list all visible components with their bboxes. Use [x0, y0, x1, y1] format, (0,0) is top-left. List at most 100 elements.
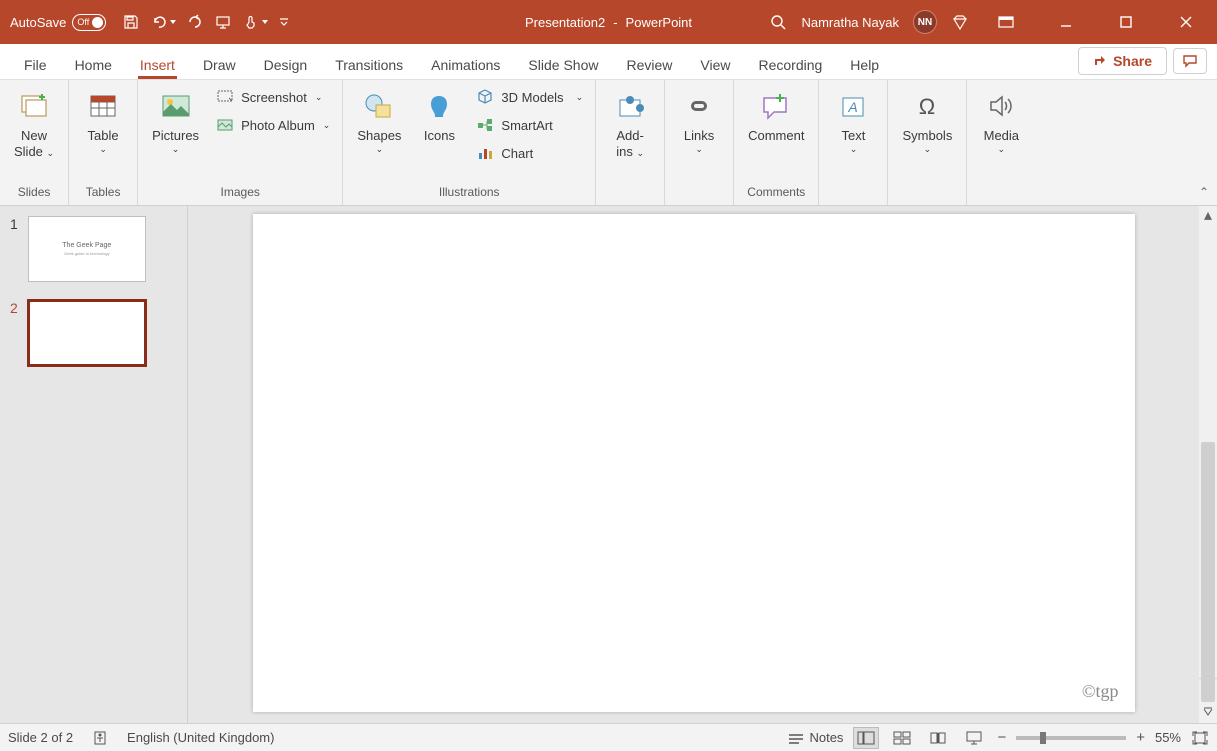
ribbon-display-button[interactable] — [983, 7, 1029, 37]
icons-icon — [421, 88, 457, 124]
zoom-level[interactable]: 55% — [1155, 730, 1181, 745]
text-button[interactable]: A Text⌄ — [827, 84, 879, 158]
thumbnail-1[interactable]: 1 The Geek Page Geek guide to technology — [10, 216, 177, 282]
screenshot-icon — [215, 87, 235, 107]
table-button[interactable]: Table⌄ — [77, 84, 129, 158]
slide-canvas-scroll[interactable]: ©tgp — [188, 206, 1199, 723]
zoom-in-button[interactable]: + — [1136, 729, 1145, 746]
pictures-button[interactable]: Pictures⌄ — [146, 84, 205, 158]
tab-draw[interactable]: Draw — [189, 49, 250, 79]
slide-indicator[interactable]: Slide 2 of 2 — [8, 730, 73, 745]
tab-animations[interactable]: Animations — [417, 49, 514, 79]
app-name: PowerPoint — [626, 15, 692, 30]
thumbnail-preview[interactable]: The Geek Page Geek guide to technology — [28, 216, 146, 282]
new-slide-button[interactable]: NewSlide ⌄ — [8, 84, 60, 163]
ribbon-group-links: Links⌄ — [665, 80, 734, 205]
chevron-down-icon[interactable] — [262, 20, 268, 24]
screenshot-button[interactable]: Screenshot ⌄ — [211, 84, 334, 110]
addins-button[interactable]: Add-ins ⌄ — [604, 84, 656, 163]
zoom-out-button[interactable]: − — [997, 729, 1006, 746]
close-button[interactable] — [1163, 7, 1209, 37]
reading-view-button[interactable] — [925, 727, 951, 749]
tab-view[interactable]: View — [686, 49, 744, 79]
tab-insert[interactable]: Insert — [126, 49, 189, 79]
photo-album-button[interactable]: Photo Album ⌄ — [211, 112, 334, 138]
scroll-track[interactable] — [1199, 224, 1217, 660]
ribbon-group-media: Media⌄ — [967, 80, 1035, 205]
symbols-button[interactable]: Ω Symbols⌄ — [896, 84, 958, 158]
thumbnail-preview[interactable] — [28, 300, 146, 366]
share-icon — [1093, 54, 1107, 68]
chevron-down-icon[interactable] — [170, 20, 176, 24]
smartart-button[interactable]: SmartArt — [471, 112, 587, 138]
zoom-slider-thumb[interactable] — [1040, 732, 1046, 744]
tab-slideshow[interactable]: Slide Show — [514, 49, 612, 79]
slide-thumbnails-panel[interactable]: 1 The Geek Page Geek guide to technology… — [0, 206, 188, 723]
slide-canvas-wrap: ©tgp ▴ ▾ — [188, 206, 1217, 723]
undo-button[interactable] — [150, 13, 176, 31]
shapes-button[interactable]: Shapes⌄ — [351, 84, 407, 158]
tab-transitions[interactable]: Transitions — [321, 49, 417, 79]
icons-button[interactable]: Icons — [413, 84, 465, 148]
tab-review[interactable]: Review — [612, 49, 686, 79]
zoom-slider[interactable] — [1016, 736, 1126, 740]
autosave-toggle[interactable]: AutoSave Off — [10, 14, 106, 31]
group-label-illustrations: Illustrations — [439, 183, 500, 203]
scroll-thumb[interactable] — [1201, 442, 1215, 702]
scroll-up-button[interactable]: ▴ — [1199, 206, 1217, 224]
language-indicator[interactable]: English (United Kingdom) — [127, 730, 274, 745]
touch-mode-button[interactable] — [242, 13, 268, 31]
diamond-icon[interactable] — [951, 13, 969, 31]
status-bar-right: Notes − + 55% — [787, 727, 1209, 749]
comment-icon — [1182, 54, 1198, 68]
next-slide-button[interactable] — [1199, 701, 1217, 723]
slideshow-button[interactable] — [214, 13, 232, 31]
thumbnail-2[interactable]: 2 — [10, 300, 177, 366]
minimize-button[interactable] — [1043, 7, 1089, 37]
save-icon — [122, 13, 140, 31]
tab-design[interactable]: Design — [250, 49, 322, 79]
search-button[interactable] — [769, 13, 787, 31]
tab-recording[interactable]: Recording — [744, 49, 836, 79]
autosave-label: AutoSave — [10, 15, 66, 30]
accessibility-icon[interactable] — [89, 727, 111, 749]
tab-row-actions: Share — [1078, 47, 1207, 79]
ribbon-group-slides: NewSlide ⌄ Slides — [0, 80, 69, 205]
normal-view-button[interactable] — [853, 727, 879, 749]
tab-help[interactable]: Help — [836, 49, 893, 79]
comments-pane-button[interactable] — [1173, 48, 1207, 74]
slide-canvas[interactable]: ©tgp — [253, 214, 1135, 712]
ribbon-group-symbols: Ω Symbols⌄ — [888, 80, 967, 205]
vertical-scrollbar[interactable]: ▴ ▾ — [1199, 206, 1217, 723]
quick-access-toolbar — [122, 13, 290, 31]
collapse-ribbon-button[interactable]: ⌃ — [1199, 185, 1209, 199]
customize-qat-button[interactable] — [278, 16, 290, 28]
tab-file[interactable]: File — [10, 49, 61, 79]
slide-sorter-view-button[interactable] — [889, 727, 915, 749]
redo-button[interactable] — [186, 13, 204, 31]
comment-icon — [758, 88, 794, 124]
maximize-button[interactable] — [1103, 7, 1149, 37]
user-avatar[interactable]: NN — [913, 10, 937, 34]
links-button[interactable]: Links⌄ — [673, 84, 725, 158]
save-button[interactable] — [122, 13, 140, 31]
comment-button[interactable]: Comment — [742, 84, 810, 148]
watermark-text: ©tgp — [1082, 681, 1119, 702]
presentation-icon — [214, 13, 232, 31]
user-name[interactable]: Namratha Nayak — [801, 15, 899, 30]
thumbnail-number: 2 — [10, 300, 18, 316]
notes-button[interactable]: Notes — [787, 730, 843, 745]
share-button[interactable]: Share — [1078, 47, 1167, 75]
title-bar-right: Namratha Nayak NN — [769, 7, 1217, 37]
chart-button[interactable]: Chart — [471, 140, 587, 166]
3d-models-button[interactable]: 3D Models ⌄ — [471, 84, 587, 110]
ribbon-group-comments: Comment Comments — [734, 80, 819, 205]
new-slide-icon — [16, 88, 52, 124]
tab-home[interactable]: Home — [61, 49, 126, 79]
group-label-comments: Comments — [747, 183, 805, 203]
media-button[interactable]: Media⌄ — [975, 84, 1027, 158]
speaker-icon — [983, 88, 1019, 124]
fit-to-window-button[interactable] — [1191, 730, 1209, 746]
slideshow-view-button[interactable] — [961, 727, 987, 749]
toggle-switch[interactable]: Off — [72, 14, 106, 31]
